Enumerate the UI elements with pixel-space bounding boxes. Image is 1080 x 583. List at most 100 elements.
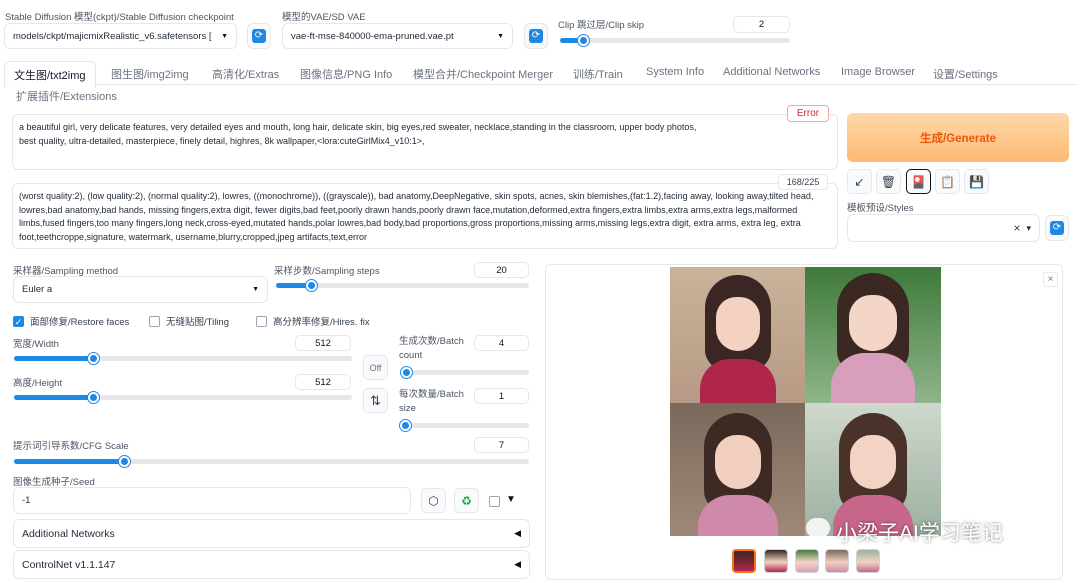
vae-value: vae-ft-mse-840000-ema-pruned.vae.pt bbox=[291, 30, 454, 42]
controlnet-accordion[interactable]: ControlNet v1.1.147 ◀ bbox=[13, 550, 530, 579]
additional-networks-accordion[interactable]: Additional Networks ◀ bbox=[13, 519, 530, 548]
thumbnail-2[interactable] bbox=[795, 549, 819, 573]
sampling-method-dropdown[interactable]: Euler a ▼ bbox=[13, 276, 268, 303]
tab-image-browser[interactable]: Image Browser bbox=[841, 66, 915, 78]
swap-icon: ⇅ bbox=[370, 392, 381, 408]
clip-slider[interactable] bbox=[560, 35, 790, 46]
recycle-icon: ♻ bbox=[461, 493, 472, 508]
tab-png-info[interactable]: 图像信息/PNG Info bbox=[300, 66, 392, 82]
clear-prompt-button[interactable]: 🗑 bbox=[876, 169, 901, 194]
save-style-button[interactable]: 💾 bbox=[964, 169, 989, 194]
generate-button[interactable]: 生成/Generate bbox=[847, 113, 1069, 162]
tiling-label: 无缝贴图/Tiling bbox=[166, 317, 229, 328]
hires-fix-checkbox[interactable]: 高分辨率修复/Hires. fix bbox=[256, 314, 370, 328]
clear-styles-icon[interactable]: × bbox=[1013, 221, 1020, 235]
extra-seed-checkbox[interactable] bbox=[489, 496, 500, 507]
tab-train[interactable]: 训练/Train bbox=[573, 66, 623, 82]
model-value: models/ckpt/majicmixRealistic_v6.safeten… bbox=[13, 30, 212, 42]
height-slider[interactable] bbox=[14, 392, 352, 403]
cfg-slider[interactable] bbox=[14, 456, 529, 467]
sampling-steps-handle[interactable] bbox=[306, 280, 317, 291]
arrow-icon: ↙ bbox=[854, 174, 865, 189]
tabs-divider bbox=[4, 84, 1076, 85]
restore-faces-checkbox[interactable]: ✓ 面部修复/Restore faces bbox=[13, 314, 129, 328]
model-dropdown[interactable]: models/ckpt/majicmixRealistic_v6.safeten… bbox=[4, 23, 237, 49]
close-icon[interactable]: × bbox=[1043, 272, 1058, 287]
vae-refresh-button[interactable]: ⟳ bbox=[524, 23, 548, 49]
extra-networks-button[interactable]: 🎴 bbox=[906, 169, 931, 194]
styles-refresh-button[interactable]: ⟳ bbox=[1045, 215, 1069, 241]
reuse-seed-button[interactable]: ♻ bbox=[454, 488, 479, 513]
checkbox-icon bbox=[149, 315, 160, 327]
batch-count-slider[interactable] bbox=[401, 367, 529, 378]
batch-count-handle[interactable] bbox=[401, 367, 412, 378]
clip-slider-handle[interactable] bbox=[578, 35, 589, 46]
width-slider-handle[interactable] bbox=[88, 353, 99, 364]
thumbnail-4[interactable] bbox=[856, 549, 880, 573]
model-refresh-button[interactable]: ⟳ bbox=[247, 23, 271, 49]
refresh-icon: ⟳ bbox=[529, 29, 543, 43]
trash-icon: 🗑 bbox=[880, 174, 897, 189]
tab-system-info[interactable]: System Info bbox=[646, 66, 704, 78]
tab-extensions[interactable]: 扩展插件/Extensions bbox=[16, 88, 117, 104]
paste-params-button[interactable]: ↙ bbox=[847, 169, 872, 194]
sampling-steps-slider[interactable] bbox=[276, 280, 529, 291]
off-button[interactable]: Off bbox=[363, 355, 388, 380]
batch-size-handle[interactable] bbox=[400, 420, 411, 431]
prompt-input[interactable]: a beautiful girl, very delicate features… bbox=[12, 114, 838, 170]
watermark-text: 小梁子AI学习笔记 bbox=[836, 522, 1003, 545]
checkbox-icon bbox=[256, 315, 267, 327]
height-slider-fill bbox=[14, 395, 93, 400]
thumbnail-1[interactable] bbox=[764, 549, 788, 573]
clipboard-icon: 📋 bbox=[940, 174, 955, 189]
swap-dimensions-button[interactable]: ⇅ bbox=[363, 388, 388, 413]
clip-number[interactable]: 2 bbox=[733, 16, 790, 33]
tab-settings[interactable]: 设置/Settings bbox=[933, 66, 998, 82]
cfg-slider-fill bbox=[14, 459, 124, 464]
width-number[interactable]: 512 bbox=[295, 335, 351, 351]
thumbnail-3[interactable] bbox=[825, 549, 849, 573]
tiling-checkbox[interactable]: 无缝贴图/Tiling bbox=[149, 314, 229, 328]
cfg-label: 提示词引导系数/CFG Scale bbox=[13, 441, 129, 452]
sampling-method-label: 采样器/Sampling method bbox=[13, 266, 119, 277]
collapse-icon: ◀ bbox=[514, 559, 521, 569]
generated-image-1[interactable] bbox=[670, 267, 805, 403]
additional-networks-label: Additional Networks bbox=[22, 527, 115, 540]
model-label: Stable Diffusion 模型(ckpt)/Stable Diffusi… bbox=[5, 12, 234, 23]
tab-checkpoint-merger[interactable]: 模型合并/Checkpoint Merger bbox=[413, 66, 553, 82]
height-slider-handle[interactable] bbox=[88, 392, 99, 403]
sampling-method-value: Euler a bbox=[22, 284, 53, 295]
wechat-icon bbox=[806, 518, 830, 538]
clip-label: Clip 跳过层/Clip skip bbox=[558, 20, 645, 31]
tab-txt2img[interactable]: 文生图/txt2img bbox=[4, 61, 96, 88]
generated-image-3[interactable] bbox=[670, 403, 805, 536]
apply-style-button[interactable]: 📋 bbox=[935, 169, 960, 194]
height-number[interactable]: 512 bbox=[295, 374, 351, 390]
sampling-steps-label: 采样步数/Sampling steps bbox=[274, 266, 380, 277]
negative-prompt-input[interactable]: (worst quality:2), (low quality:2), (nor… bbox=[12, 183, 838, 249]
width-label: 宽度/Width bbox=[13, 339, 59, 350]
generated-image-2[interactable] bbox=[805, 267, 941, 403]
thumbnail-grid[interactable] bbox=[732, 549, 756, 573]
vae-dropdown[interactable]: vae-ft-mse-840000-ema-pruned.vae.pt ▼ bbox=[282, 23, 513, 49]
styles-label: 模板预设/Styles bbox=[847, 203, 914, 214]
seed-label: 图像生成种子/Seed bbox=[13, 477, 95, 488]
batch-count-number[interactable]: 4 bbox=[474, 335, 529, 351]
tab-additional-networks[interactable]: Additional Networks bbox=[723, 66, 820, 78]
tab-img2img[interactable]: 图生图/img2img bbox=[111, 66, 189, 82]
seed-input[interactable]: -1 bbox=[13, 487, 411, 514]
checkbox-checked-icon: ✓ bbox=[13, 315, 24, 327]
style-card-icon: 🎴 bbox=[911, 174, 926, 189]
chevron-down-icon: ▼ bbox=[252, 286, 259, 293]
cfg-slider-handle[interactable] bbox=[119, 456, 130, 467]
width-slider-fill bbox=[14, 356, 93, 361]
batch-size-number[interactable]: 1 bbox=[474, 388, 529, 404]
sampling-steps-number[interactable]: 20 bbox=[474, 262, 529, 278]
random-seed-button[interactable]: ⬡ bbox=[421, 488, 446, 513]
cfg-number[interactable]: 7 bbox=[474, 437, 529, 453]
styles-dropdown[interactable]: × ▾ bbox=[847, 214, 1040, 242]
extra-seed-toggle-icon[interactable]: ▼ bbox=[506, 494, 516, 505]
width-slider[interactable] bbox=[14, 353, 352, 364]
tab-extras[interactable]: 高清化/Extras bbox=[212, 66, 279, 82]
batch-size-slider[interactable] bbox=[400, 420, 529, 431]
